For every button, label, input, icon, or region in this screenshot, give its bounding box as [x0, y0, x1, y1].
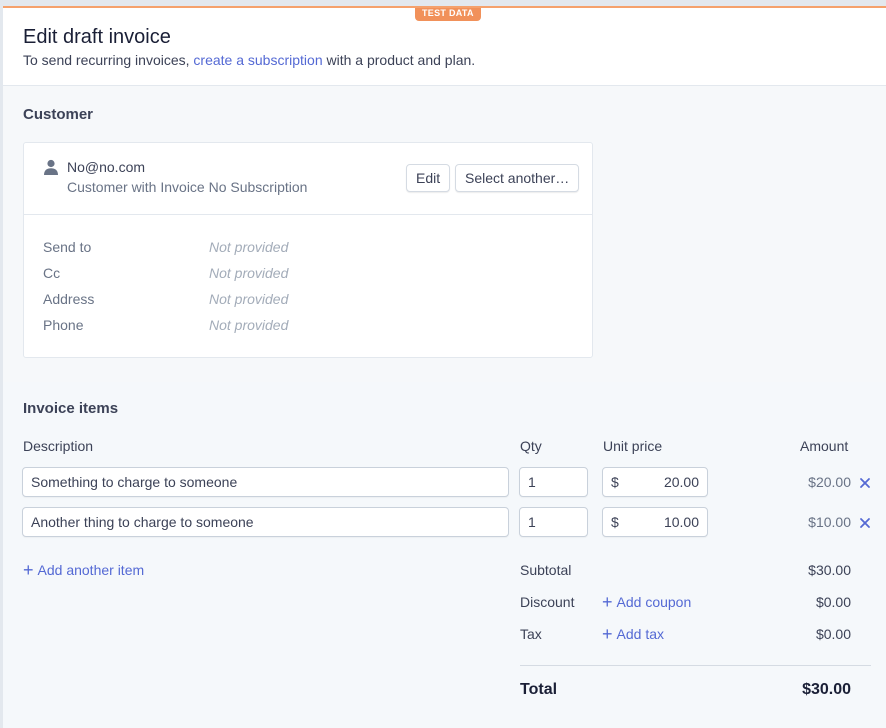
customer-description: Customer with Invoice No Subscription	[67, 179, 308, 195]
total-value: $30.00	[802, 681, 851, 698]
unit-price-value: 10.00	[663, 514, 699, 530]
item-amount: $10.00	[808, 514, 851, 530]
address-label: Address	[43, 291, 95, 307]
remove-item-icon[interactable]	[859, 517, 871, 529]
add-tax-label: Add tax	[616, 626, 664, 642]
add-tax-link[interactable]: + Add tax	[602, 624, 664, 644]
currency-symbol: $	[611, 474, 619, 490]
item-description-input[interactable]: Another thing to charge to someone	[22, 507, 509, 537]
amount-column-header: Amount	[800, 438, 849, 454]
qty-column-header: Qty	[520, 438, 542, 454]
card-divider	[24, 214, 592, 215]
cc-label: Cc	[43, 265, 61, 281]
customer-email: No@no.com	[67, 159, 146, 175]
address-value: Not provided	[209, 291, 289, 307]
customer-section-title: Customer	[23, 106, 94, 123]
edit-customer-button[interactable]: Edit	[406, 164, 451, 192]
subtitle-text-end: with a product and plan.	[326, 52, 476, 68]
item-description-input[interactable]: Something to charge to someone	[22, 467, 509, 497]
add-coupon-link[interactable]: + Add coupon	[602, 592, 692, 612]
add-coupon-label: Add coupon	[616, 594, 692, 610]
invoice-items-title: Invoice items	[23, 400, 119, 417]
item-qty-input[interactable]: 1	[519, 507, 588, 537]
plus-icon: +	[602, 592, 613, 612]
page-title: Edit draft invoice	[23, 26, 171, 48]
subtitle-text: To send recurring invoices,	[23, 52, 190, 68]
unit-price-value: 20.00	[663, 474, 699, 490]
item-amount: $20.00	[808, 474, 851, 490]
cc-value: Not provided	[209, 265, 289, 281]
select-another-customer-button[interactable]: Select another…	[455, 164, 580, 192]
send-to-value: Not provided	[209, 239, 289, 255]
person-icon	[44, 159, 58, 175]
plus-icon: +	[602, 624, 613, 644]
tax-label: Tax	[520, 626, 542, 642]
item-qty-input[interactable]: 1	[519, 467, 588, 497]
item-unit-price-input[interactable]: $ 20.00	[602, 467, 708, 497]
item-unit-price-input[interactable]: $ 10.00	[602, 507, 708, 537]
subtotal-value: $30.00	[808, 562, 851, 578]
currency-symbol: $	[611, 514, 619, 530]
total-label: Total	[520, 681, 558, 698]
total-divider	[520, 665, 871, 666]
send-to-label: Send to	[43, 239, 92, 255]
phone-value: Not provided	[209, 317, 289, 333]
discount-label: Discount	[520, 594, 575, 610]
description-column-header: Description	[23, 438, 94, 454]
discount-value: $0.00	[815, 594, 851, 610]
test-data-badge: TEST DATA	[415, 8, 481, 21]
remove-item-icon[interactable]	[859, 477, 871, 489]
phone-label: Phone	[43, 317, 84, 333]
create-subscription-link[interactable]: create a subscription	[193, 52, 322, 68]
invoice-items-section	[3, 382, 886, 728]
tax-value: $0.00	[815, 626, 851, 642]
customer-card: No@no.com Customer with Invoice No Subsc…	[23, 142, 593, 358]
add-another-item-link[interactable]: + Add another item	[23, 560, 145, 580]
subtotal-label: Subtotal	[520, 562, 572, 578]
plus-icon: +	[23, 560, 34, 580]
invoice-editor: Edit draft invoice To send recurring inv…	[3, 6, 886, 728]
page-subtitle: To send recurring invoices, create a sub…	[23, 52, 475, 68]
add-another-item-label: Add another item	[37, 562, 145, 578]
unit-price-column-header: Unit price	[603, 438, 663, 454]
